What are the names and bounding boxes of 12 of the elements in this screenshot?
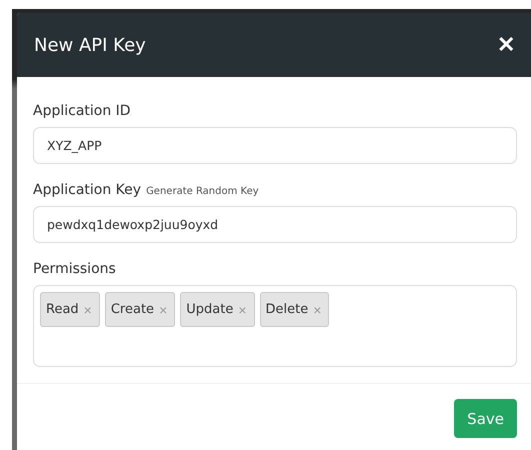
field-label: Application Key: [33, 182, 142, 198]
tag-label: Delete: [266, 302, 308, 317]
tag-label: Read: [46, 302, 79, 317]
input-field[interactable]: XYZ_APP: [33, 127, 517, 164]
modal-title: New API Key: [34, 34, 146, 56]
generate-key-link[interactable]: Generate Random Key: [146, 186, 259, 197]
input-field[interactable]: pewdxq1dewoxp2juu9oyxd: [33, 206, 517, 243]
tag-label: Create: [110, 302, 154, 317]
tag-label: Update: [186, 302, 234, 317]
field-label: Application ID: [33, 103, 131, 119]
close-button[interactable]: ✕: [493, 34, 519, 56]
field-label: Permissions: [33, 261, 116, 277]
